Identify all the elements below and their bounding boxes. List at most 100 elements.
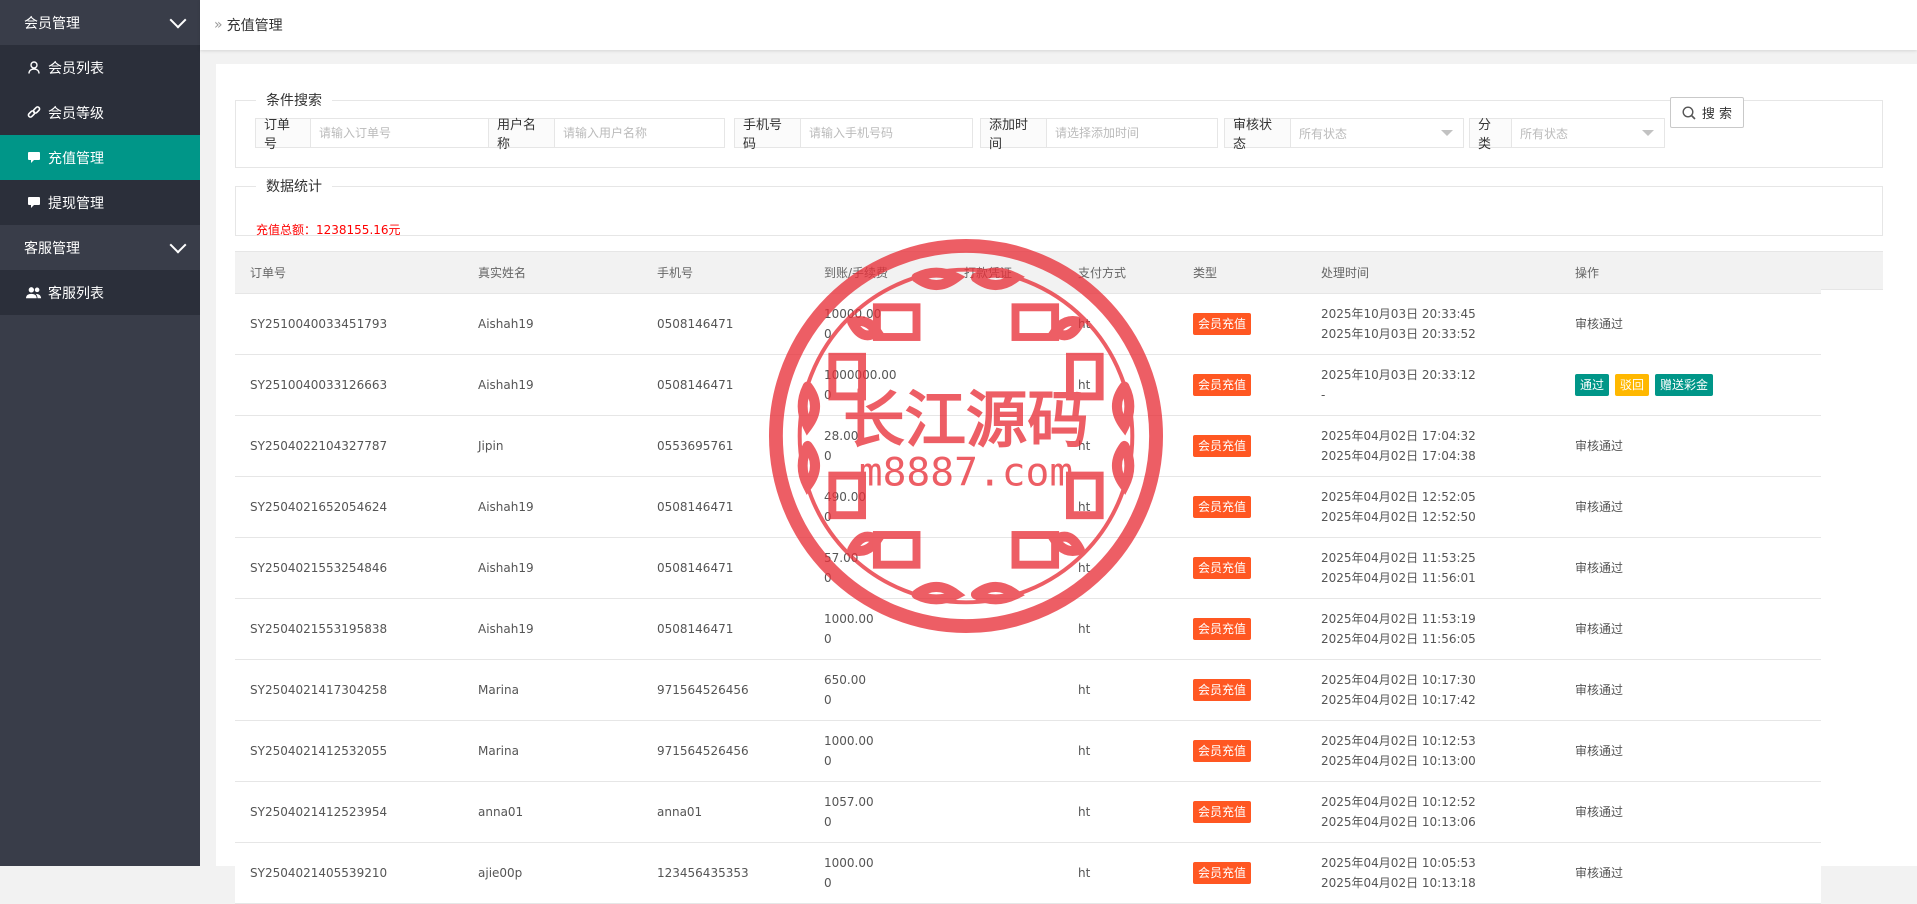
process-time-end: -	[1321, 388, 1326, 402]
pay-method: ht	[1078, 683, 1091, 697]
sidebar-item-label: 会员等级	[48, 105, 104, 122]
sidebar-item-withdraw[interactable]: 提现管理	[0, 180, 200, 225]
pay-method: ht	[1078, 561, 1091, 575]
order-number: SY2504021553195838	[250, 622, 388, 636]
type-badge: 会员充值	[1193, 801, 1252, 823]
review-status-label: 审核状态	[1225, 118, 1291, 152]
process-time-end: 2025年04月02日 11:56:01	[1321, 571, 1476, 585]
gift-bonus-button[interactable]: 赠送彩金	[1655, 374, 1714, 396]
process-time-start: 2025年04月02日 11:53:19	[1321, 612, 1476, 626]
table-row: SY2504022104327787 Jipin 0553695761 28.00 0 h…	[235, 415, 1821, 477]
table-row: SY2504021412532055 Marina 971564526456 1000…	[235, 720, 1821, 782]
order-number: SY2504022104327787	[250, 439, 388, 453]
column-header: 到账/手续费	[809, 251, 949, 294]
column-header: 处理时间	[1306, 251, 1560, 294]
nav-group-service[interactable]: 客服管理	[0, 225, 200, 270]
username-input[interactable]	[555, 119, 724, 147]
pay-method: ht	[1078, 317, 1091, 331]
process-time-end: 2025年04月02日 12:52:50	[1321, 510, 1476, 524]
status-text: 审核通过	[1575, 622, 1624, 636]
table-row: SY2504021553195838 Aishah19 0508146471 1000…	[235, 598, 1821, 660]
column-header: 手机号	[642, 251, 809, 294]
phone-number: 123456435353	[657, 866, 749, 880]
category-text: 所有状态	[1520, 126, 1569, 141]
approve-button[interactable]: 通过	[1575, 374, 1610, 396]
fee: 0	[824, 693, 832, 707]
real-name: Aishah19	[478, 622, 534, 636]
pay-method: ht	[1078, 378, 1091, 392]
order-number: SY2504021652054624	[250, 500, 388, 514]
type-badge: 会员充值	[1193, 374, 1252, 396]
sidebar-item-service-list[interactable]: 客服列表	[0, 270, 200, 315]
fee: 0	[824, 876, 832, 890]
column-header: 操作	[1560, 251, 1821, 294]
pay-method: ht	[1078, 866, 1091, 880]
status-text: 审核通过	[1575, 866, 1624, 880]
order-number: SY2504021417304258	[250, 683, 388, 697]
table-row: SY2504021417304258 Marina 971564526456 650.…	[235, 659, 1821, 721]
real-name: ajie00p	[478, 866, 523, 880]
real-name: Aishah19	[478, 378, 534, 392]
breadcrumb-current[interactable]: 充值管理	[227, 15, 283, 35]
phone-number: 0508146471	[657, 317, 734, 331]
search-button[interactable]: 搜 索	[1670, 97, 1744, 128]
phone-label: 手机号码	[735, 118, 801, 152]
main-panel: 条件搜索 订单号 用户名称 手机号码 添加时间 审核状态 所有状态 分类 所有状…	[216, 64, 1917, 904]
amount: 1000.00	[824, 612, 874, 626]
real-name: anna01	[478, 805, 524, 819]
table-row: SY2504021553254846 Aishah19 0508146471 57.0…	[235, 537, 1821, 599]
column-header: 支付方式	[1063, 251, 1178, 294]
dropdown-arrow-icon	[1642, 130, 1654, 136]
status-text: 审核通过	[1575, 744, 1624, 758]
sidebar-item-label: 提现管理	[48, 195, 104, 212]
pay-method: ht	[1078, 439, 1091, 453]
status-text: 审核通过	[1575, 561, 1624, 575]
phone-input[interactable]	[801, 119, 972, 147]
sidebar-item-member-list[interactable]: 会员列表	[0, 45, 200, 90]
process-time-start: 2025年10月03日 20:33:12	[1321, 368, 1476, 382]
phone-number: 0508146471	[657, 500, 734, 514]
order-number: SY2504021553254846	[250, 561, 388, 575]
add-time-field: 添加时间	[980, 118, 1218, 152]
column-header: 打款凭证	[949, 251, 1063, 294]
type-badge: 会员充值	[1193, 496, 1252, 518]
type-badge: 会员充值	[1193, 740, 1252, 762]
process-time-end: 2025年04月02日 10:17:42	[1321, 693, 1476, 707]
phone-number: 0508146471	[657, 622, 734, 636]
sidebar-item-member-level[interactable]: 会员等级	[0, 90, 200, 135]
category-select[interactable]: 分类 所有状态	[1469, 118, 1665, 152]
order-number: SY2504021412532055	[250, 744, 388, 758]
fee: 0	[824, 815, 832, 829]
phone-field: 手机号码	[734, 118, 973, 152]
phone-number: 0508146471	[657, 378, 734, 392]
add-time-input[interactable]	[1047, 119, 1217, 147]
stats-fieldset: 数据统计 充值总额：1238155.16元	[235, 176, 1883, 237]
amount: 28.00	[824, 429, 859, 443]
nav-group-member[interactable]: 会员管理	[0, 0, 200, 45]
amount: 57.00	[824, 551, 859, 565]
category-label: 分类	[1470, 118, 1512, 152]
top-bar: » 充值管理	[200, 0, 1917, 50]
process-time-end: 2025年04月02日 10:13:18	[1321, 876, 1476, 890]
pay-method: ht	[1078, 622, 1091, 636]
order-number: SY2504021412523954	[250, 805, 388, 819]
pay-method: ht	[1078, 744, 1091, 758]
real-name: Aishah19	[478, 500, 534, 514]
review-status-select[interactable]: 审核状态 所有状态	[1224, 118, 1464, 152]
amount: 10000.00	[824, 307, 882, 321]
review-status-text: 所有状态	[1299, 126, 1348, 141]
type-badge: 会员充值	[1193, 313, 1252, 335]
type-badge: 会员充值	[1193, 679, 1252, 701]
sidebar-item-recharge[interactable]: 充值管理	[0, 135, 200, 180]
category-value[interactable]: 所有状态	[1512, 119, 1664, 147]
real-name: Marina	[478, 744, 519, 758]
process-time-end: 2025年04月02日 10:13:06	[1321, 815, 1476, 829]
amount: 650.00	[824, 673, 866, 687]
breadcrumb-arrow-icon: »	[214, 17, 223, 33]
fee: 0	[824, 754, 832, 768]
status-text: 审核通过	[1575, 439, 1624, 453]
process-time-start: 2025年04月02日 11:53:25	[1321, 551, 1476, 565]
review-status-value[interactable]: 所有状态	[1291, 119, 1463, 147]
order-input[interactable]	[311, 119, 494, 147]
reject-button[interactable]: 驳回	[1615, 374, 1650, 396]
